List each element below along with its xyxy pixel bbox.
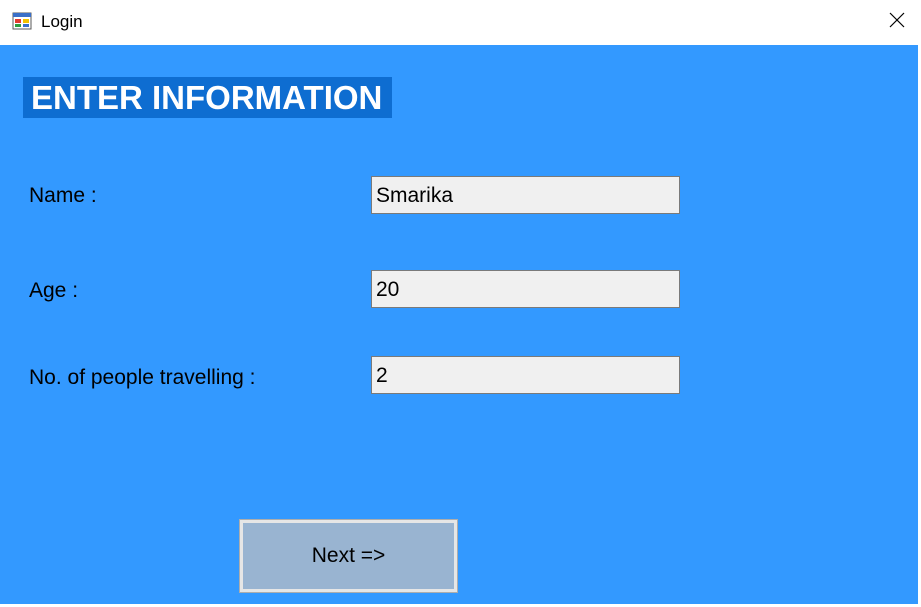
close-icon [889, 12, 905, 33]
windows-form-icon [12, 11, 32, 31]
name-input[interactable] [371, 176, 680, 214]
login-window: Login ENTER INFORMATION Name : Age : No.… [0, 0, 921, 607]
close-button[interactable] [873, 0, 921, 45]
title-bar[interactable]: Login [0, 0, 921, 45]
next-button[interactable]: Next => [239, 519, 458, 593]
form-body: ENTER INFORMATION Name : Age : No. of pe… [0, 45, 918, 604]
name-label: Name : [29, 184, 97, 207]
age-input[interactable] [371, 270, 680, 308]
window-title: Login [41, 12, 83, 31]
people-travelling-label: No. of people travelling : [29, 366, 256, 389]
age-label: Age : [29, 279, 79, 302]
form-heading: ENTER INFORMATION [23, 77, 393, 118]
people-travelling-input[interactable] [371, 356, 680, 394]
